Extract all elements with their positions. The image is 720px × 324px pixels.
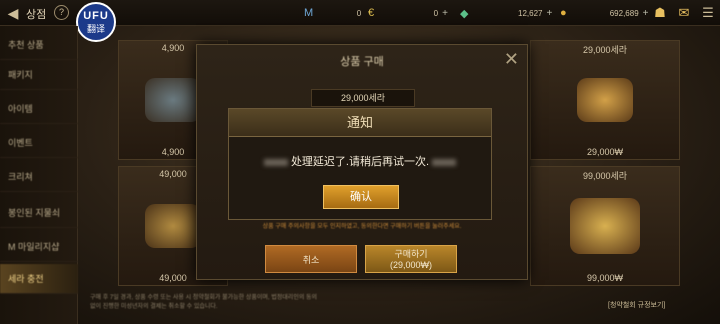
- product-card[interactable]: 29,000세라 29,000₩: [530, 40, 680, 160]
- category-sidebar: 추천 상품 패키지 아이템 이벤트 크리쳐 봉인된 지물쇠 M 마일리지샵 세라…: [0, 26, 78, 324]
- treasure-chest-image: [145, 204, 201, 248]
- purchase-amount: 29,000세라: [311, 89, 415, 107]
- sidebar-item-sera-charge[interactable]: 세라 충전: [0, 264, 78, 294]
- purchase-title: 상품 구매: [340, 56, 384, 68]
- mileage-icon: M: [304, 7, 314, 19]
- gold-value: 692,689: [609, 8, 639, 18]
- gem-value: 12,627: [518, 8, 543, 18]
- card-price-button[interactable]: 99,000₩: [531, 273, 679, 283]
- help-button[interactable]: ?: [54, 5, 69, 20]
- add-coin-button[interactable]: +: [442, 8, 448, 19]
- sidebar-item-mileage-shop[interactable]: M 마일리지샵: [0, 232, 78, 262]
- blurred-text: [263, 158, 288, 166]
- notification-title: 通知: [229, 109, 491, 137]
- treasure-icon[interactable]: ☗: [650, 4, 670, 22]
- gem-icon: ◆: [460, 7, 469, 20]
- purchase-notice: 상품 구매 주의사항을 모두 인지하였고, 동의한다면 구매하기 버튼을 눌러주…: [262, 224, 462, 230]
- translator-badge[interactable]: UFU 翻译: [76, 2, 116, 42]
- mail-icon[interactable]: ✉: [674, 4, 694, 22]
- sidebar-item-event[interactable]: 이벤트: [0, 128, 78, 158]
- buy-price: (29,000₩): [389, 260, 433, 270]
- refund-policy-link[interactable]: [청약철회 규정보기]: [608, 300, 665, 310]
- coin-value: 0: [433, 8, 439, 18]
- badge-logo: UFU: [83, 10, 109, 22]
- notification-dialog: 通知 处理延迟了.请稍后再试一次. 确认: [228, 108, 492, 220]
- confirm-button[interactable]: 确认: [323, 185, 399, 209]
- gem-pile-image: [145, 78, 201, 122]
- close-icon[interactable]: ✕: [504, 49, 519, 70]
- sidebar-item-sealed-lock[interactable]: 봉인된 지물쇠: [0, 198, 78, 228]
- notification-message: 处理延迟了.请稍后再试一次.: [290, 156, 430, 168]
- mileage-value: 0: [356, 8, 362, 18]
- buy-button[interactable]: 구매하기 (29,000₩): [365, 245, 457, 273]
- back-arrow-icon[interactable]: ◀: [4, 4, 22, 22]
- coin-icon: €: [368, 7, 375, 19]
- sidebar-item-creature[interactable]: 크리쳐: [0, 162, 78, 192]
- currency-mileage: M 0: [304, 0, 361, 26]
- badge-label: 翻译: [86, 24, 105, 34]
- notification-message-row: 处理延迟了.请稍后再试一次.: [229, 153, 491, 169]
- gold-icon: ●: [560, 7, 567, 19]
- sidebar-item-recommended[interactable]: 추천 상품: [0, 30, 78, 60]
- menu-icon[interactable]: ☰: [698, 4, 718, 22]
- currency-gem: ◆ 12,627 +: [460, 0, 552, 26]
- card-price-label: 99,000세라: [582, 171, 628, 181]
- gold-sack-image: [577, 78, 633, 122]
- sidebar-item-package[interactable]: 패키지: [0, 60, 78, 90]
- sidebar-item-item[interactable]: 아이템: [0, 94, 78, 124]
- add-gold-button[interactable]: +: [643, 8, 649, 19]
- blurred-text: [432, 158, 457, 166]
- page-title: 상점: [26, 9, 47, 21]
- card-price-label: 29,000세라: [582, 45, 628, 55]
- buy-label: 구매하기: [394, 249, 428, 259]
- currency-euro: € 0 +: [368, 0, 448, 26]
- treasure-chest-image: [570, 198, 640, 254]
- card-price-button[interactable]: 29,000₩: [531, 147, 679, 157]
- footer-note: 구매 후 7일 경과, 상품 수령 또는 사용 시 청약철회가 불가능한 상품이…: [90, 295, 318, 310]
- currency-gold: ● 692,689 +: [560, 0, 649, 26]
- product-card[interactable]: 99,000세라 99,000₩: [530, 166, 680, 286]
- add-gem-button[interactable]: +: [546, 8, 552, 19]
- cancel-button[interactable]: 취소: [265, 245, 357, 273]
